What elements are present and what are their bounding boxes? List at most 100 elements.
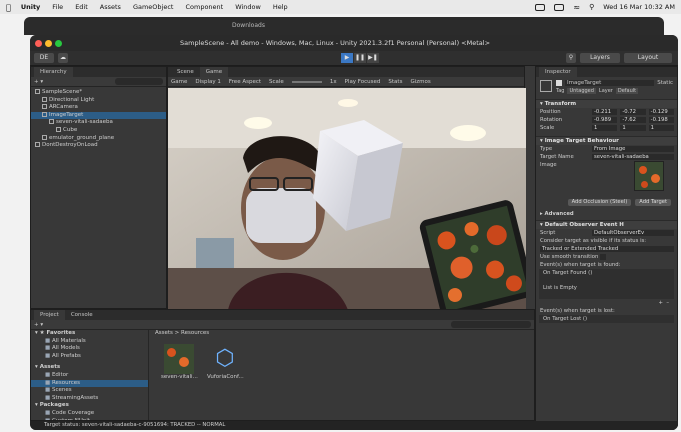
tab-inspector[interactable]: Inspector xyxy=(539,67,577,77)
add-object-button[interactable]: + ▾ xyxy=(34,79,43,85)
layer-dropdown[interactable]: Default xyxy=(615,88,639,94)
play-button[interactable]: ▶ xyxy=(341,53,353,63)
static-toggle[interactable]: Static xyxy=(657,80,673,86)
position-x-field[interactable]: -0.211 xyxy=(592,109,618,115)
image-target-component-header[interactable]: ▾ Image Target Behaviour xyxy=(536,136,677,145)
menu-app-name[interactable]: Unity xyxy=(21,3,40,11)
menu-component[interactable]: Component xyxy=(185,3,223,11)
favorite-item[interactable]: ■ All Prefabs xyxy=(31,353,148,361)
game-mode-dropdown[interactable]: Game xyxy=(171,79,187,85)
rotation-x-field[interactable]: -0.989 xyxy=(592,117,618,123)
transform-component-header[interactable]: ▾ Transform xyxy=(536,99,677,108)
advanced-foldout[interactable]: ▸ Advanced xyxy=(536,210,677,218)
account-button[interactable]: DE xyxy=(34,53,54,63)
menu-gameobject[interactable]: GameObject xyxy=(133,3,174,11)
asset-folder-label: Resources xyxy=(51,379,81,386)
asset-folder[interactable]: ■ Resources xyxy=(31,379,148,388)
scale-z-field[interactable]: 1 xyxy=(648,125,674,131)
asset-folder[interactable]: ■ StreamingAssets xyxy=(31,395,148,403)
menubar-clock[interactable]: Wed 16 Mar 10:32 AM xyxy=(603,3,675,11)
asset-vuforia-config[interactable]: ⬡ VuforiaConf... xyxy=(207,344,244,382)
menu-assets[interactable]: Assets xyxy=(100,3,121,11)
stats-button[interactable]: Stats xyxy=(388,79,402,85)
project-search-input[interactable] xyxy=(451,321,531,328)
hierarchy-item[interactable]: Directional Light xyxy=(31,96,166,105)
search-icon[interactable]: ⚲ xyxy=(566,53,576,63)
add-occlusion-button[interactable]: Add Occlusion (Steel) xyxy=(567,199,632,206)
menu-file[interactable]: File xyxy=(52,3,63,11)
hierarchy-item[interactable]: SampleScene* xyxy=(31,89,166,97)
hierarchy-search-input[interactable] xyxy=(115,78,163,85)
tab-hierarchy[interactable]: Hierarchy xyxy=(34,67,73,77)
folder-icon: ■ xyxy=(45,394,52,401)
scale-x-field[interactable]: 1 xyxy=(592,125,618,131)
favorites-folder[interactable]: ▾ ★ Favorites xyxy=(31,330,148,338)
position-z-field[interactable]: -0.129 xyxy=(648,109,674,115)
hierarchy-item[interactable]: DontDestroyOnLoad xyxy=(31,142,166,150)
object-name-field[interactable]: ImageTarget xyxy=(565,80,655,86)
add-event-button[interactable]: + xyxy=(659,299,663,307)
tab-console[interactable]: Console xyxy=(65,310,99,320)
add-target-button[interactable]: Add Target xyxy=(635,199,671,206)
step-button[interactable]: ▶❚ xyxy=(367,53,379,63)
favorite-item[interactable]: ■ All Models xyxy=(31,345,148,353)
play-focused-dropdown[interactable]: Play Focused xyxy=(345,79,381,85)
status-tray-icon[interactable] xyxy=(535,3,546,11)
vuforia-asset-label: VuforiaConf... xyxy=(207,373,244,380)
hierarchy-item[interactable]: Cube xyxy=(31,126,166,135)
battery-icon[interactable] xyxy=(554,3,565,11)
favorite-item[interactable]: ■ All Materials xyxy=(31,338,148,346)
scale-slider[interactable] xyxy=(291,80,322,83)
assets-folder[interactable]: ▾ Assets xyxy=(31,364,148,372)
rotation-z-field[interactable]: -0.198 xyxy=(648,117,674,123)
package-folder[interactable]: ■ Code Coverage xyxy=(31,410,148,418)
game-camera-feed[interactable] xyxy=(168,88,526,310)
hierarchy-item[interactable]: ImageTarget xyxy=(31,111,166,120)
hierarchy-item[interactable]: seven-vitali-sadaeba xyxy=(31,119,166,127)
pause-button[interactable]: ❚❚ xyxy=(354,53,366,63)
minimize-window-button[interactable] xyxy=(45,39,52,47)
remove-event-button[interactable]: – xyxy=(666,299,669,307)
aspect-dropdown[interactable]: Free Aspect xyxy=(229,79,261,85)
wifi-icon[interactable]: ≈ xyxy=(573,3,580,12)
target-name-label: Target Name xyxy=(540,154,574,160)
menu-help[interactable]: Help xyxy=(273,3,288,11)
layout-dropdown[interactable]: Layout xyxy=(624,53,672,63)
status-dropdown[interactable]: Tracked or Extended Tracked xyxy=(540,246,674,252)
display-dropdown[interactable]: Display 1 xyxy=(195,79,221,85)
hierarchy-item[interactable]: ARCamera xyxy=(31,104,166,112)
rotation-y-field[interactable]: -7.62 xyxy=(620,117,646,123)
close-window-button[interactable] xyxy=(35,39,42,47)
type-dropdown[interactable]: From Image xyxy=(592,146,674,152)
maximize-window-button[interactable] xyxy=(55,39,62,47)
hierarchy-item[interactable]: emulator_ground_plane xyxy=(31,134,166,143)
package-folder[interactable]: ■ Custom NUnit xyxy=(31,418,148,420)
asset-folder[interactable]: ■ Editor xyxy=(31,372,148,380)
tab-project[interactable]: Project xyxy=(34,310,65,320)
target-name-field[interactable]: seven-vitali-sadaeba xyxy=(592,154,674,160)
tab-scene[interactable]: Scene xyxy=(171,67,200,77)
cloud-icon[interactable]: ☁ xyxy=(58,53,68,63)
scale-y-field[interactable]: 1 xyxy=(620,125,646,131)
layers-dropdown[interactable]: Layers xyxy=(580,53,620,63)
asset-folder[interactable]: ■ Scenes xyxy=(31,387,148,395)
script-field[interactable]: DefaultObserverEv xyxy=(592,230,674,236)
active-checkbox[interactable] xyxy=(556,80,562,86)
asset-image-file[interactable]: seven-vitali... xyxy=(161,343,198,382)
menu-window[interactable]: Window xyxy=(235,3,261,11)
position-y-field[interactable]: -0.72 xyxy=(620,109,646,115)
smooth-transition-checkbox[interactable] xyxy=(600,254,607,260)
image-target-buttons: Add Occlusion (Steel) Add Target xyxy=(536,195,677,210)
image-asset-label: seven-vitali... xyxy=(161,373,198,380)
target-name-row: Target Name seven-vitali-sadaeba xyxy=(536,153,677,161)
tag-dropdown[interactable]: Untagged xyxy=(567,88,596,94)
gizmos-button[interactable]: Gizmos xyxy=(410,79,430,85)
apple-menu-icon[interactable]:  xyxy=(6,3,11,12)
target-image-thumbnail[interactable] xyxy=(634,161,664,191)
spotlight-search-icon[interactable]: ⚲ xyxy=(589,3,594,11)
observer-component-header[interactable]: ▾ Default Observer Event H xyxy=(536,220,677,229)
packages-folder[interactable]: ▾ Packages xyxy=(31,402,148,410)
create-asset-button[interactable]: + ▾ xyxy=(34,322,43,328)
menu-edit[interactable]: Edit xyxy=(75,3,88,11)
tab-game[interactable]: Game xyxy=(199,67,229,77)
